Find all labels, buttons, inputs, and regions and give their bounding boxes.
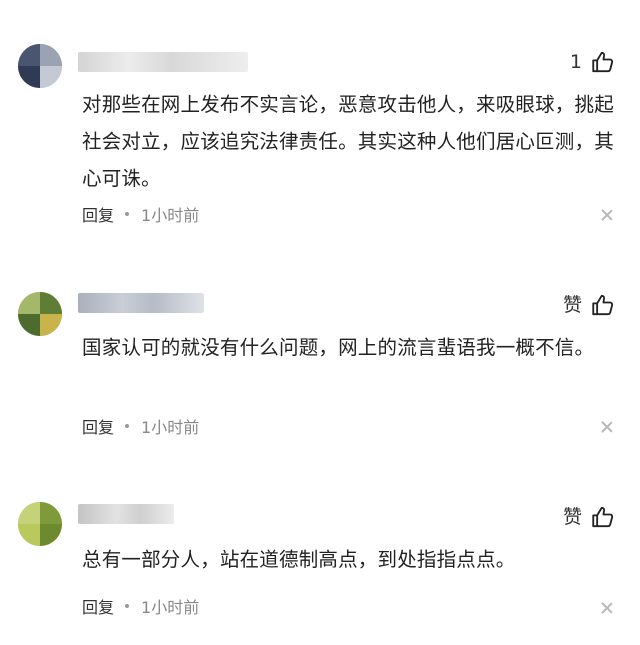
avatar[interactable] xyxy=(18,502,62,546)
like-button[interactable]: 1 xyxy=(570,48,616,76)
close-icon[interactable] xyxy=(600,420,614,434)
timestamp: 1小时前 xyxy=(141,206,200,225)
avatar[interactable] xyxy=(18,44,62,88)
separator-dot xyxy=(125,424,130,428)
like-count: 1 xyxy=(569,51,582,73)
close-icon[interactable] xyxy=(600,601,614,615)
like-label: 赞 xyxy=(562,294,582,316)
reply-button[interactable]: 回复 xyxy=(82,414,114,438)
reply-button[interactable]: 回复 xyxy=(82,594,114,618)
comment-text: 国家认可的就没有什么问题，网上的流言蜚语我一概不信。 xyxy=(82,336,595,359)
avatar[interactable] xyxy=(18,292,62,336)
close-icon[interactable] xyxy=(600,208,614,222)
like-button[interactable]: 赞 xyxy=(563,291,616,319)
username-blurred[interactable] xyxy=(78,52,248,72)
separator-dot xyxy=(125,212,130,216)
comment-meta: 回复 1小时前 xyxy=(82,594,199,618)
comment-text: 总有一部分人，站在道德制高点，到处指指点点。 xyxy=(82,548,516,571)
comment-meta: 回复 1小时前 xyxy=(82,202,199,226)
comment-meta: 回复 1小时前 xyxy=(82,414,199,438)
reply-button[interactable]: 回复 xyxy=(82,202,114,226)
thumbs-up-icon xyxy=(592,506,614,528)
like-button[interactable]: 赞 xyxy=(563,503,616,531)
thumbs-up-icon xyxy=(592,51,614,73)
username-blurred[interactable] xyxy=(78,293,204,313)
timestamp: 1小时前 xyxy=(141,598,200,617)
username-blurred[interactable] xyxy=(78,504,174,524)
timestamp: 1小时前 xyxy=(141,418,200,437)
thumbs-up-icon xyxy=(592,294,614,316)
comment-text: 对那些在网上发布不实言论，恶意攻击他人，来吸眼球，挑起社会对立，应该追究法律责任… xyxy=(82,93,614,190)
separator-dot xyxy=(125,604,130,608)
like-label: 赞 xyxy=(562,506,582,528)
